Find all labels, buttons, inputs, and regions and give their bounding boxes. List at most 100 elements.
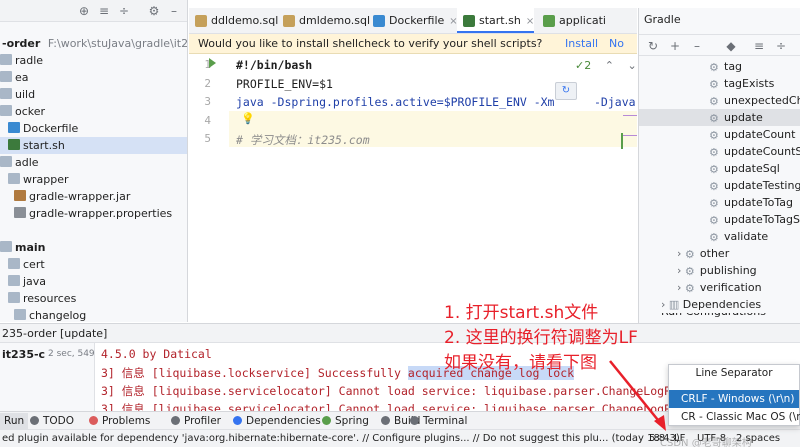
chevron-right-icon[interactable]: › xyxy=(677,264,685,277)
gradle-task-item[interactable]: ⚙ updateCount xyxy=(639,126,795,143)
refresh-icon[interactable]: ↻ xyxy=(645,38,661,54)
minus-icon[interactable]: – xyxy=(689,38,705,54)
toolwindow-spring[interactable]: Spring xyxy=(322,413,369,429)
minimize-icon[interactable]: – xyxy=(166,3,182,19)
gradle-task-item[interactable]: ⚙ tag xyxy=(639,58,742,75)
gradle-task-item[interactable]: ⚙ tagExists xyxy=(639,75,774,92)
gear-icon: ⚙ xyxy=(709,163,719,176)
status-message[interactable]: ed plugin available for dependency 'java… xyxy=(2,430,680,447)
project-tree-item[interactable]: adle xyxy=(0,154,39,171)
gradle-run-config-item[interactable]: Run Configurations xyxy=(639,313,766,319)
gradle-task-item[interactable]: ⚙ update xyxy=(639,109,800,126)
project-tree-item[interactable]: changelog xyxy=(0,307,86,322)
toolwindow-problems[interactable]: Problems xyxy=(89,413,150,429)
project-panel: ⊕ ≡ ÷ ⚙ – -order F:\work\stuJava\gradle\… xyxy=(0,0,188,322)
change-marker xyxy=(623,135,637,136)
project-tree-item[interactable]: uild xyxy=(0,86,35,103)
project-tree-item[interactable]: main xyxy=(0,239,46,256)
gear-icon[interactable]: ⚙ xyxy=(146,3,162,19)
project-tree-item[interactable]: cert xyxy=(0,256,45,273)
chevron-right-icon[interactable]: › xyxy=(677,247,685,260)
tab-label: start.sh xyxy=(479,14,521,27)
tab-dockerfile[interactable]: Dockerfile × xyxy=(367,8,458,33)
gradle-group-item[interactable]: › ⚙ verification xyxy=(639,279,762,296)
console-line-prefix: 3] 信息 xyxy=(101,402,152,411)
project-tree-item[interactable]: resources xyxy=(0,290,76,307)
inspection-widget[interactable]: ✓2 ⌃ ⌄ xyxy=(575,59,637,72)
project-tree-item[interactable]: java xyxy=(0,273,46,290)
gradle-sync-icon[interactable]: ↻ xyxy=(555,82,577,100)
file-icon xyxy=(283,15,295,27)
gradle-task-item[interactable]: ⚙ updateToTag xyxy=(639,194,793,211)
toolwindow-todo[interactable]: TODO xyxy=(30,413,74,429)
project-root[interactable]: -order F:\work\stuJava\gradle\it235-orde… xyxy=(2,35,187,52)
toolwindow-run[interactable]: Run xyxy=(0,413,29,429)
project-tree-item[interactable]: radle xyxy=(0,52,43,69)
option-cr[interactable]: CR - Classic Mac OS (\r) xyxy=(669,408,800,426)
project-tree-label: gradle-wrapper.jar xyxy=(29,190,131,203)
project-tree-item[interactable]: start.sh xyxy=(0,137,187,154)
gradle-task-item[interactable]: ⚙ updateCountSql xyxy=(639,143,800,160)
tab-start-sh[interactable]: start.sh × xyxy=(457,8,535,33)
gradle-dependencies-item[interactable]: › ▥ Dependencies xyxy=(639,296,761,313)
docker-file-icon xyxy=(8,122,20,133)
project-tree-item[interactable]: wrapper xyxy=(0,171,69,188)
spring-icon xyxy=(322,416,331,425)
gradle-group-item[interactable]: › ⚙ publishing xyxy=(639,262,757,279)
chevron-right-icon[interactable]: › xyxy=(677,281,685,294)
file-icon xyxy=(543,15,555,27)
close-icon[interactable]: × xyxy=(526,16,534,27)
gradle-task-item[interactable]: ⚙ updateTestingRo xyxy=(639,177,800,194)
tab-applicati[interactable]: applicati xyxy=(537,8,606,33)
toolwindow-profiler[interactable]: Profiler xyxy=(171,413,221,429)
expand-icon[interactable]: ÷ xyxy=(116,3,132,19)
gear-icon: ⚙ xyxy=(684,282,695,295)
collapse-all-icon[interactable]: ÷ xyxy=(773,38,789,54)
install-link[interactable]: Install xyxy=(565,34,598,53)
gradle-panel: Gradle ↻ + – ◆ ≡ ÷ ⚙ tag ⚙ tagExists ⚙ unexpe… xyxy=(638,8,800,323)
watermark: CSDN @老哥聊架构 xyxy=(660,438,752,447)
chevron-down-icon[interactable]: ⌄ xyxy=(627,59,636,72)
chevron-right-icon[interactable]: › xyxy=(661,298,669,311)
chevron-up-icon[interactable]: ⌃ xyxy=(605,59,614,72)
tab-label: dmldemo.sql xyxy=(299,14,371,27)
project-tree-label: main xyxy=(15,241,46,254)
popup-title: Line Separator xyxy=(695,367,773,379)
toolwindow-terminal[interactable]: Terminal xyxy=(410,413,467,429)
gradle-task-item[interactable]: ⚙ validate xyxy=(639,228,768,245)
toolwindow-label: TODO xyxy=(43,415,75,427)
project-tree-item[interactable]: gradle-wrapper.jar xyxy=(0,188,130,205)
gradle-group-label: other xyxy=(699,247,730,260)
collapse-icon[interactable]: ≡ xyxy=(96,3,112,19)
globe-icon[interactable]: ⊕ xyxy=(76,3,92,19)
toolwindow-dependencies[interactable]: Dependencies xyxy=(233,413,321,429)
project-tree-item[interactable]: Dockerfile xyxy=(0,120,78,137)
project-tree-item[interactable]: ea xyxy=(0,69,29,86)
project-tree-item[interactable]: gradle-wrapper.properties xyxy=(0,205,172,222)
gradle-task-item[interactable]: ⚙ unexpectedChan xyxy=(639,92,800,109)
gradle-run-config-label: Run Configurations xyxy=(661,313,766,318)
gradle-group-item[interactable]: › ⚙ other xyxy=(639,245,729,262)
run-task-label[interactable]: it235-c xyxy=(2,348,45,361)
add-icon[interactable]: + xyxy=(667,38,683,54)
toolwindow-label: Spring xyxy=(335,415,369,427)
project-tree-item[interactable]: ocker xyxy=(0,103,45,120)
code-editor[interactable]: 1 2 3 4 5 #!/bin/bash PROFILE_ENV=$1 java -Dsp… xyxy=(189,55,642,323)
project-tree-label: ea xyxy=(15,71,29,84)
gear-icon: ⚙ xyxy=(709,61,719,74)
run-tab-label[interactable]: 235-order [update] xyxy=(2,327,107,340)
gradle-task-item[interactable]: ⚙ updateToTagSql xyxy=(639,211,800,228)
elephant-icon[interactable]: ◆ xyxy=(723,38,739,54)
gear-icon: ⚙ xyxy=(709,146,719,159)
run-header: 235-order [update] xyxy=(0,323,800,343)
run-gutter-icon[interactable] xyxy=(209,58,216,68)
project-tree-label: changelog xyxy=(29,309,87,322)
toolwindow-label: Run xyxy=(4,415,25,427)
expand-all-icon[interactable]: ≡ xyxy=(751,38,767,54)
gradle-task-item[interactable]: ⚙ updateSql xyxy=(639,160,780,177)
gradle-task-label: updateToTagSql xyxy=(724,213,800,226)
no-link[interactable]: No xyxy=(609,34,624,53)
code-line: #!/bin/bash xyxy=(236,58,313,72)
option-crlf[interactable]: CRLF - Windows (\r\n) xyxy=(669,390,799,408)
lightbulb-icon[interactable]: 💡 xyxy=(241,112,255,125)
